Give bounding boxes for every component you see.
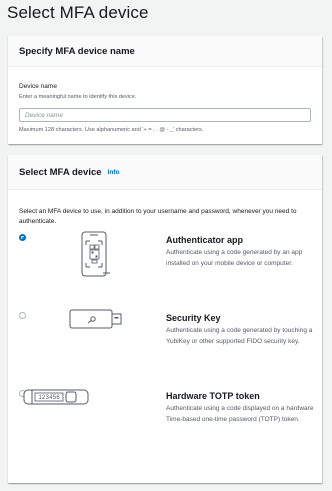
mfa-device-panel-title: Select MFA device: [19, 166, 102, 178]
option-title: Security Key: [166, 313, 221, 323]
option-title: Authenticator app: [166, 235, 244, 245]
page-title: Select MFA device: [7, 3, 149, 22]
option-description: Authenticate using a code displayed on a…: [166, 405, 314, 423]
device-name-panel: Specify MFA device name Device name Ente…: [8, 36, 322, 144]
device-name-constraint: Maximum 128 characters. Use alphanumeric…: [19, 127, 204, 133]
device-name-panel-title: Specify MFA device name: [19, 45, 135, 57]
radio-security-key[interactable]: [19, 312, 26, 319]
usb-security-key-icon: [69, 309, 122, 329]
radio-authenticator-app[interactable]: [19, 234, 26, 241]
option-description: Authenticate using a code generated by t…: [166, 327, 313, 345]
mfa-device-panel-header: Select MFA device Info: [8, 155, 322, 190]
mfa-device-panel: Select MFA device Info Select an MFA dev…: [8, 155, 322, 483]
device-name-input[interactable]: [19, 108, 311, 122]
info-link[interactable]: Info: [108, 169, 120, 176]
hardware-token-icon: 123456: [23, 389, 89, 405]
device-name-description: Enter a meaningful name to identify this…: [19, 94, 137, 100]
device-name-label: Device name: [19, 83, 57, 90]
option-title: Hardware TOTP token: [166, 391, 260, 401]
mfa-device-intro: Select an MFA device to use, in addition…: [19, 208, 297, 225]
option-description: Authenticate using a code generated by a…: [166, 249, 303, 267]
mobile-qr-icon: [81, 231, 110, 277]
device-name-panel-header: Specify MFA device name: [8, 36, 322, 67]
token-display: 123456: [38, 394, 60, 401]
